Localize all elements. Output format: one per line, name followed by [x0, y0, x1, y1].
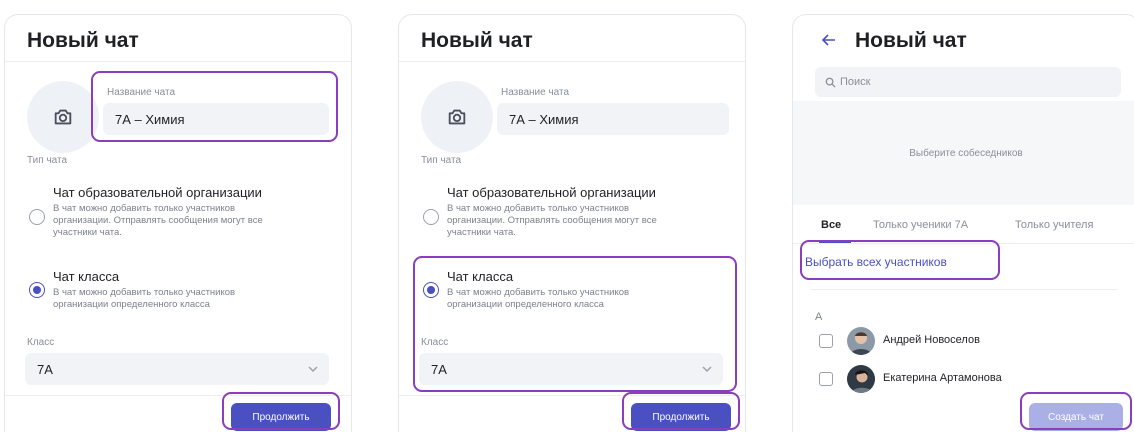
divider — [5, 61, 351, 62]
empty-hint: Выберите собеседников — [909, 147, 1023, 159]
chevron-down-icon — [702, 366, 712, 373]
radio-org-chat[interactable] — [29, 209, 45, 225]
option-title: Чат образовательной организации — [447, 185, 656, 200]
checkbox[interactable] — [819, 334, 833, 348]
continue-button[interactable]: Продолжить — [231, 403, 331, 431]
chat-name-label: Название чата — [501, 87, 570, 98]
chat-type-label: Тип чата — [421, 155, 462, 166]
continue-button[interactable]: Продолжить — [631, 403, 731, 431]
divider — [811, 289, 1117, 290]
chevron-down-icon — [308, 366, 318, 373]
divider — [793, 243, 1134, 244]
new-chat-panel-step2: Новый чат Название чата 7А – Химия Тип ч… — [398, 14, 746, 432]
chat-name-input[interactable]: 7А – Химия — [497, 103, 729, 135]
chat-photo-button[interactable] — [421, 81, 493, 153]
option-desc: В чат можно добавить только участников о… — [447, 287, 630, 310]
option-org-chat[interactable]: Чат образовательной организации В чат мо… — [29, 185, 331, 245]
option-desc: В чат можно добавить только участников о… — [447, 203, 657, 238]
contact-name: Екатерина Артамонова — [883, 372, 1002, 384]
class-value: 7А — [431, 361, 447, 377]
class-label: Класс — [421, 337, 449, 348]
class-value: 7А — [37, 361, 53, 377]
select-all-button[interactable]: Выбрать всех участников — [805, 255, 947, 269]
radio-class-chat[interactable] — [29, 282, 45, 298]
option-class-chat[interactable]: Чат класса В чат можно добавить только у… — [29, 269, 331, 310]
camera-icon — [448, 109, 466, 125]
divider — [5, 395, 351, 396]
tab-students[interactable]: Только ученики 7А — [873, 219, 968, 231]
checkbox[interactable] — [819, 372, 833, 386]
search-icon — [825, 77, 836, 88]
new-chat-panel-step3: Новый чат Поиск Выберите собеседников Вс… — [792, 14, 1134, 432]
option-title: Чат образовательной организации — [53, 185, 262, 200]
chat-photo-button[interactable] — [27, 81, 99, 153]
new-chat-panel-step1: Новый чат Название чата 7А – Химия Тип ч… — [4, 14, 352, 432]
chat-type-label: Тип чата — [27, 155, 68, 166]
option-title: Чат класса — [53, 269, 120, 284]
contact-name: Андрей Новоселов — [883, 334, 980, 346]
class-label: Класс — [27, 337, 55, 348]
radio-org-chat[interactable] — [423, 209, 439, 225]
panel-title: Новый чат — [421, 29, 533, 52]
divider — [399, 61, 745, 62]
tab-all[interactable]: Все — [821, 219, 841, 231]
radio-class-chat[interactable] — [423, 282, 439, 298]
divider — [399, 395, 745, 396]
option-org-chat[interactable]: Чат образовательной организации В чат мо… — [423, 185, 725, 245]
search-placeholder: Поиск — [840, 76, 871, 88]
camera-icon — [54, 109, 72, 125]
arrow-left-icon[interactable] — [821, 32, 837, 48]
avatar — [847, 365, 875, 393]
tab-teachers[interactable]: Только учителя — [1015, 219, 1093, 231]
search-input[interactable]: Поиск — [815, 67, 1121, 97]
option-class-chat[interactable]: Чат класса В чат можно добавить только у… — [423, 269, 725, 310]
option-desc: В чат можно добавить только участников о… — [53, 203, 263, 238]
chat-name-label: Название чата — [107, 87, 176, 98]
create-chat-button[interactable]: Создать чат — [1029, 403, 1123, 431]
panel-title: Новый чат — [27, 29, 139, 52]
selected-participants-area: Выберите собеседников — [793, 101, 1134, 205]
option-desc: В чат можно добавить только участников о… — [53, 287, 236, 310]
participant-tabs: Все Только ученики 7А Только учителя — [815, 213, 1131, 243]
option-title: Чат класса — [447, 269, 514, 284]
avatar — [847, 327, 875, 355]
chat-name-input[interactable]: 7А – Химия — [103, 103, 329, 135]
class-select[interactable]: 7А — [419, 353, 723, 385]
panel-title: Новый чат — [855, 29, 967, 52]
alphabet-letter: А — [815, 311, 823, 323]
class-select[interactable]: 7А — [25, 353, 329, 385]
